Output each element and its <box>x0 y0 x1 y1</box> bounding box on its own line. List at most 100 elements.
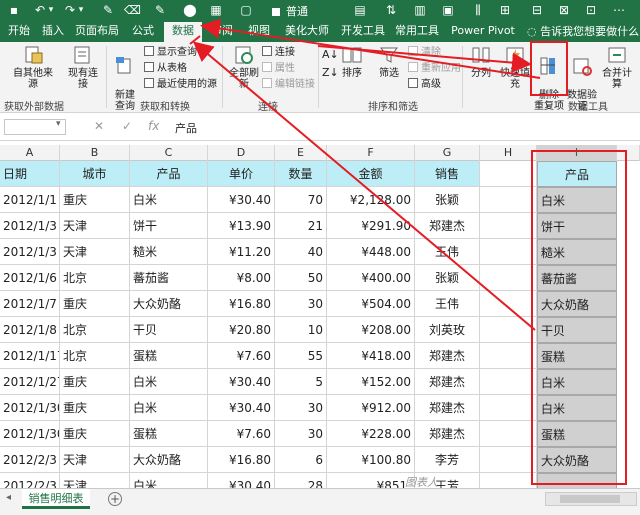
table-cell[interactable]: 2012/1/3 <box>0 213 60 239</box>
table-cell[interactable]: ¥16.80 <box>208 291 275 317</box>
sort-icon[interactable]: ⇅ <box>383 2 399 18</box>
table-cell[interactable]: 蛋糕 <box>130 421 208 447</box>
copy-cell[interactable]: 蛋糕 <box>537 343 617 369</box>
table-cell[interactable]: 2012/1/8 <box>0 317 60 343</box>
from-table-button[interactable]: 从表格 <box>144 62 187 75</box>
table-cell[interactable]: 张颖 <box>415 187 480 213</box>
table-cell[interactable]: 重庆 <box>60 395 130 421</box>
table-cell[interactable]: 2012/1/30 <box>0 395 60 421</box>
chevron-down-icon[interactable]: ▾ <box>77 2 85 18</box>
tab-formulas[interactable]: 公式 <box>128 23 158 42</box>
copy-cell[interactable] <box>537 473 617 488</box>
table-cell[interactable]: 天津 <box>60 239 130 265</box>
existing-connections-button[interactable]: 现有连接 <box>64 44 102 90</box>
table-cell[interactable]: ¥11.20 <box>208 239 275 265</box>
empty-cell[interactable] <box>480 343 537 369</box>
empty-cell[interactable] <box>480 161 537 187</box>
sort-button[interactable]: 排序 <box>338 44 366 79</box>
reapply-button[interactable]: 重新应用 <box>408 62 461 75</box>
empty-cell[interactable] <box>480 447 537 473</box>
tab-beautify[interactable]: 美化大师 <box>282 23 332 42</box>
table-cell[interactable]: 大众奶酪 <box>130 447 208 473</box>
advanced-button[interactable]: 高级 <box>408 78 441 91</box>
merge-icon[interactable]: ⊠ <box>556 2 572 18</box>
column-header-b[interactable]: B <box>60 145 130 161</box>
table-cell[interactable]: ¥208.00 <box>327 317 415 343</box>
tab-review[interactable]: 审阅 <box>207 23 237 42</box>
table-cell[interactable]: ¥912.00 <box>327 395 415 421</box>
table-cell[interactable]: 重庆 <box>60 291 130 317</box>
from-other-sources-button[interactable]: 自其他来源 <box>10 44 56 90</box>
more-icon[interactable]: ⋯ <box>611 2 627 18</box>
table-cell[interactable]: ¥30.40 <box>208 395 275 421</box>
table-cell[interactable]: ¥8.00 <box>208 265 275 291</box>
column-header-c[interactable]: C <box>130 145 208 161</box>
empty-cell[interactable] <box>480 187 537 213</box>
brush-icon[interactable]: ✎ <box>152 2 168 18</box>
copy-header-cell[interactable]: 产品 <box>537 161 617 187</box>
edit-links-button[interactable]: 编辑链接 <box>262 78 315 91</box>
copy-cell[interactable]: 饼干 <box>537 213 617 239</box>
table-cell[interactable]: 55 <box>275 343 327 369</box>
table-cell[interactable]: 重庆 <box>60 187 130 213</box>
table-cell[interactable]: 白米 <box>130 187 208 213</box>
consolidate-button[interactable]: 合并计算 <box>598 44 636 90</box>
table-cell[interactable]: 饼干 <box>130 213 208 239</box>
table-cell[interactable]: ¥30.40 <box>208 473 275 488</box>
connections-button[interactable]: 连接 <box>262 46 295 59</box>
delete-icon[interactable]: ⊟ <box>529 2 545 18</box>
copy-cell[interactable]: 蕃茄酱 <box>537 265 617 291</box>
table-cell[interactable]: 天津 <box>60 213 130 239</box>
table-cell[interactable]: 干贝 <box>130 317 208 343</box>
table-cell[interactable]: 白米 <box>130 395 208 421</box>
table-cell[interactable]: 2012/1/6 <box>0 265 60 291</box>
table-cell[interactable]: 蛋糕 <box>130 343 208 369</box>
empty-cell[interactable] <box>480 473 537 488</box>
table-cell[interactable]: 李芳 <box>415 447 480 473</box>
column-header-e[interactable]: E <box>275 145 327 161</box>
table-cell[interactable]: 北京 <box>60 265 130 291</box>
copy-cell[interactable]: 蛋糕 <box>537 421 617 447</box>
chevron-down-icon[interactable]: ▾ <box>56 119 61 129</box>
new-query-button[interactable]: 新建 查询 <box>110 44 140 112</box>
table-cell[interactable]: ¥13.90 <box>208 213 275 239</box>
table-icon[interactable]: ▣ <box>440 2 456 18</box>
refresh-all-button[interactable]: 全部刷新 <box>228 44 260 90</box>
table-cell[interactable]: 郑建杰 <box>415 421 480 447</box>
fill-color-icon[interactable]: ⬤ <box>182 2 198 18</box>
table-cell[interactable]: 白米 <box>130 473 208 488</box>
table-cell[interactable]: 天津 <box>60 473 130 488</box>
table-cell[interactable]: ¥228.00 <box>327 421 415 447</box>
show-queries-button[interactable]: 显示查询 <box>144 46 197 59</box>
text-to-columns-button[interactable]: 分列 <box>466 44 496 79</box>
table-cell[interactable]: ¥291.90 <box>327 213 415 239</box>
table-cell[interactable]: 蕃茄酱 <box>130 265 208 291</box>
header-cell[interactable]: 日期 <box>0 161 60 187</box>
recent-sources-button[interactable]: 最近使用的源 <box>144 78 217 91</box>
table-cell[interactable]: 2012/1/1 <box>0 187 60 213</box>
table-cell[interactable]: 郑建杰 <box>415 369 480 395</box>
copy-cell[interactable]: 大众奶酪 <box>537 291 617 317</box>
header-cell[interactable]: 产品 <box>130 161 208 187</box>
sheet-tab-sales-detail[interactable]: 销售明细表 <box>22 489 90 509</box>
grid-icon[interactable]: ▦ <box>208 2 224 18</box>
table-cell[interactable]: 郑建杰 <box>415 395 480 421</box>
table-cell[interactable]: 天津 <box>60 447 130 473</box>
copy-cell[interactable]: 糙米 <box>537 239 617 265</box>
column-header-i[interactable]: I <box>537 145 617 161</box>
header-cell[interactable]: 销售 <box>415 161 480 187</box>
table-cell[interactable]: 刘英玫 <box>415 317 480 343</box>
table-cell[interactable]: ¥152.00 <box>327 369 415 395</box>
table-cell[interactable]: 2012/1/30 <box>0 421 60 447</box>
table-cell[interactable]: 糙米 <box>130 239 208 265</box>
properties-button[interactable]: 属性 <box>262 62 295 75</box>
table-cell[interactable]: ¥851. <box>327 473 415 488</box>
tell-me-search[interactable]: ◌ 告诉我您想要做什么... <box>527 23 640 39</box>
table-cell[interactable]: 2012/1/17 <box>0 343 60 369</box>
header-cell[interactable]: 数量 <box>275 161 327 187</box>
empty-cell[interactable] <box>480 239 537 265</box>
filter-button[interactable]: 筛选 <box>374 44 404 79</box>
table-cell[interactable]: 40 <box>275 239 327 265</box>
copy-cell[interactable]: 白米 <box>537 369 617 395</box>
table-cell[interactable]: 重庆 <box>60 369 130 395</box>
